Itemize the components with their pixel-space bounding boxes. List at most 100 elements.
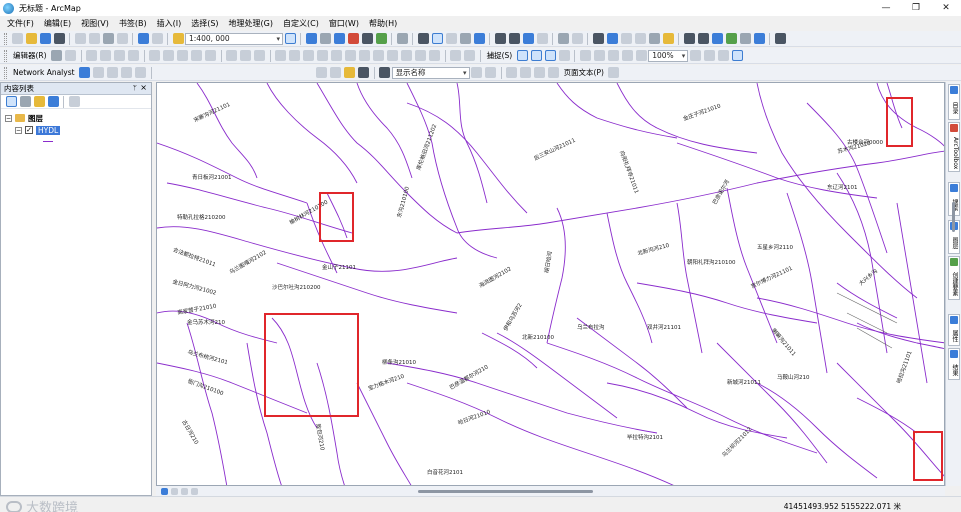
smooth-icon[interactable] — [359, 50, 371, 61]
align-edge-icon[interactable] — [387, 50, 399, 61]
edge-snapping-icon[interactable] — [558, 50, 570, 61]
error-inspector-icon[interactable] — [317, 50, 329, 61]
catalog-tab[interactable]: 目录 — [948, 84, 960, 120]
toc-options-icon[interactable] — [68, 96, 80, 107]
data-driven-pages-icon[interactable] — [731, 50, 743, 61]
focus-frame-icon[interactable] — [703, 50, 715, 61]
list-by-visibility-icon[interactable] — [33, 96, 45, 107]
layout-pan-icon[interactable] — [607, 50, 619, 61]
menu-bookmarks[interactable]: 书签(B) — [116, 18, 150, 29]
results-tab[interactable]: 结果 — [948, 348, 960, 380]
font-icon[interactable] — [471, 67, 483, 78]
paste-icon[interactable] — [102, 33, 114, 44]
find-icon[interactable] — [683, 33, 695, 44]
overview-icon[interactable] — [753, 33, 765, 44]
arctoolbox-tab[interactable]: ArcToolbox — [948, 122, 960, 172]
rotate-icon[interactable] — [205, 50, 217, 61]
draw-text-icon[interactable] — [358, 67, 370, 78]
trace-icon[interactable] — [114, 50, 126, 61]
toggle-draft-icon[interactable] — [689, 50, 701, 61]
generalize-icon[interactable] — [345, 50, 357, 61]
point-icon[interactable] — [128, 50, 140, 61]
draw-rectangle-icon[interactable] — [344, 67, 356, 78]
layer-name[interactable]: HYDL — [36, 125, 61, 135]
fix-topology-icon[interactable] — [303, 50, 315, 61]
merge-icon[interactable] — [429, 50, 441, 61]
attributes-tab[interactable]: 属性 — [948, 314, 960, 346]
attributes-icon[interactable] — [226, 50, 238, 61]
help-icon[interactable] — [396, 33, 408, 44]
menu-edit[interactable]: 编辑(E) — [41, 18, 74, 29]
buffer-icon[interactable] — [415, 50, 427, 61]
clip-icon[interactable] — [464, 50, 476, 61]
catalog-icon[interactable] — [319, 33, 331, 44]
menu-selection[interactable]: 选择(S) — [188, 18, 221, 29]
cut-polygons-icon[interactable] — [177, 50, 189, 61]
toolbar-grip[interactable] — [4, 66, 7, 79]
collapse-icon[interactable]: − — [5, 114, 12, 122]
edit-tool-icon[interactable] — [51, 50, 63, 61]
zoom-100-icon[interactable] — [635, 50, 647, 61]
point-snapping-icon[interactable] — [516, 50, 528, 61]
hyperlink-icon[interactable] — [620, 33, 632, 44]
bold-icon[interactable] — [506, 67, 518, 78]
magnifier-icon[interactable] — [739, 33, 751, 44]
vertex-snapping-icon[interactable] — [544, 50, 556, 61]
font-size-icon[interactable] — [485, 67, 497, 78]
collapse-icon[interactable]: − — [15, 126, 22, 134]
layout-zoom-combo[interactable]: 100% — [648, 49, 689, 62]
page-text-menu-button[interactable]: 页面文本(P) — [561, 67, 607, 78]
editor-toolbar-icon[interactable] — [284, 33, 296, 44]
measure-icon[interactable] — [648, 33, 660, 44]
restore-button[interactable]: ❐ — [901, 0, 931, 16]
map-view[interactable]: 宋寨沟河21101 库伦格旧河211202 古楼台河0000 金庄子河21010… — [156, 82, 945, 486]
scale-combo[interactable]: 1:400, 000 — [185, 32, 283, 45]
data-frame-row[interactable]: − 图层 — [5, 112, 151, 124]
select-move-location-icon[interactable] — [107, 67, 119, 78]
new-document-icon[interactable] — [11, 33, 23, 44]
open-icon[interactable] — [25, 33, 37, 44]
intersect-icon[interactable] — [450, 50, 462, 61]
create-network-location-icon[interactable] — [93, 67, 105, 78]
select-features-icon[interactable] — [557, 33, 569, 44]
shared-edges-icon[interactable] — [331, 50, 343, 61]
rotate-element-icon[interactable] — [330, 67, 342, 78]
forward-extent-icon[interactable] — [536, 33, 548, 44]
globe-icon[interactable] — [473, 33, 485, 44]
cut-icon[interactable] — [74, 33, 86, 44]
layout-zoom-out-icon[interactable] — [593, 50, 605, 61]
python-icon[interactable] — [361, 33, 373, 44]
zoom-whole-page-icon[interactable] — [621, 50, 633, 61]
find-route-icon[interactable] — [662, 33, 674, 44]
dynamic-text-icon[interactable] — [608, 67, 620, 78]
select-elements-icon[interactable] — [592, 33, 604, 44]
toolbar-grip[interactable] — [4, 49, 7, 62]
layout-zoom-in-icon[interactable] — [579, 50, 591, 61]
change-layout-icon[interactable] — [717, 50, 729, 61]
layout-view-icon[interactable] — [170, 487, 178, 495]
pan-icon[interactable] — [459, 33, 471, 44]
menu-geoprocessing[interactable]: 地理处理(G) — [226, 18, 276, 29]
menu-windows[interactable]: 窗口(W) — [326, 18, 362, 29]
menu-view[interactable]: 视图(V) — [78, 18, 112, 29]
refresh-icon[interactable] — [180, 487, 188, 495]
create-viewer-icon[interactable] — [774, 33, 786, 44]
validate-icon[interactable] — [289, 50, 301, 61]
undo-icon[interactable] — [137, 33, 149, 44]
snapping-menu-button[interactable]: 捕捉(S) — [484, 50, 516, 61]
edit-vertices-icon[interactable] — [149, 50, 161, 61]
vertical-scrollbar[interactable] — [952, 202, 955, 232]
menu-help[interactable]: 帮助(H) — [366, 18, 400, 29]
na-window-icon[interactable] — [79, 67, 91, 78]
save-icon[interactable] — [39, 33, 51, 44]
full-extent-icon[interactable] — [417, 33, 429, 44]
back-extent-icon[interactable] — [522, 33, 534, 44]
minimize-button[interactable]: — — [871, 0, 901, 16]
arctoolbox-icon[interactable] — [347, 33, 359, 44]
menu-file[interactable]: 文件(F) — [4, 18, 37, 29]
menu-insert[interactable]: 插入(I) — [154, 18, 185, 29]
data-view-icon[interactable] — [160, 487, 168, 495]
list-by-source-icon[interactable] — [19, 96, 31, 107]
sketch-properties-icon[interactable] — [240, 50, 252, 61]
network-analyst-menu-button[interactable]: Network Analyst — [10, 68, 78, 77]
